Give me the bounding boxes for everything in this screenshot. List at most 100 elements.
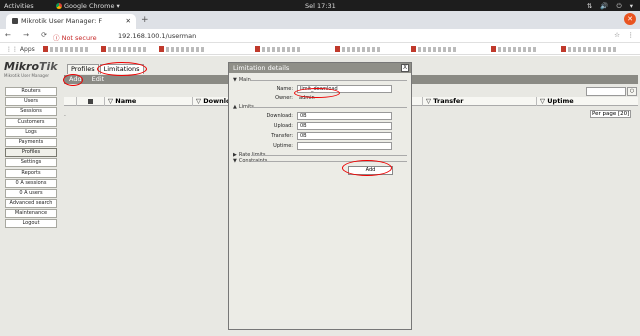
download-label: Download: [266, 113, 293, 119]
name-label: Name: [276, 86, 293, 92]
logo-text-bold: Tik [39, 60, 58, 73]
sidebar-item-sessions[interactable]: Sessions [5, 107, 57, 117]
sidebar-item-logout[interactable]: Logout [5, 219, 57, 229]
filter-button[interactable]: ○ [627, 87, 637, 96]
download-row: Download: 0B [229, 112, 413, 121]
transfer-input[interactable]: 0B [297, 132, 392, 140]
transfer-label: Transfer: [271, 133, 293, 139]
empty-row-marker: - [64, 113, 66, 119]
apps-shortcut[interactable]: ⋮⋮ Apps [6, 46, 35, 53]
bookmark-item[interactable] [561, 46, 616, 52]
section-main-label: Main [238, 77, 251, 83]
sidebar-item-maintenance[interactable]: Maintenance [5, 209, 57, 219]
expanded-triangle-icon: ▼ [233, 158, 237, 164]
window-close-icon[interactable]: ✕ [624, 13, 636, 25]
column-download-label: Download [203, 97, 230, 105]
sidebar-item-profiles[interactable]: Profiles [5, 148, 57, 158]
select-all-checkbox[interactable] [76, 97, 104, 106]
column-uptime-label: Uptime [547, 97, 574, 105]
activities-button[interactable]: Activities [4, 2, 34, 10]
sidebar-item-routers[interactable]: Routers [5, 87, 57, 96]
tab-title: Mikrotik User Manager: F [21, 17, 103, 25]
expanded-triangle-icon: ▲ [233, 104, 237, 110]
name-row: Name: limit_download [229, 85, 413, 94]
add-constraint-button[interactable]: Add [348, 166, 393, 175]
bookmark-item[interactable] [411, 46, 458, 52]
sidebar-item-payments[interactable]: Payments [5, 137, 57, 147]
clock[interactable]: Sel 17:31 [305, 2, 336, 10]
sidebar-item-active-sessions[interactable]: 0 A sessions [5, 178, 57, 188]
menu-icon[interactable]: ⋮ [628, 31, 635, 39]
column-name[interactable]: ▽ Name [104, 97, 192, 106]
bookmark-item[interactable] [159, 46, 206, 52]
dialog-title: Limitation details [229, 63, 411, 73]
os-top-bar: Activities Google Chrome ▾ Sel 17:31 ⇅ 🔊… [0, 0, 640, 11]
uptime-label: Uptime: [273, 143, 293, 149]
uptime-row: Uptime: [229, 142, 413, 151]
expanded-triangle-icon: ▼ [233, 77, 237, 83]
uptime-input[interactable] [297, 142, 392, 150]
column-download[interactable]: ▽ Download [192, 97, 230, 106]
sidebar-item-advanced-search[interactable]: Advanced search [5, 199, 57, 209]
sidebar-item-customers[interactable]: Customers [5, 117, 57, 127]
tab-profiles[interactable]: Profiles [67, 64, 99, 74]
column-uptime[interactable]: ▽ Uptime [536, 97, 638, 106]
section-limits-label: Limits [238, 104, 254, 110]
tab-limitations[interactable]: Limitations [99, 64, 144, 74]
sidebar-menu: Routers Users Sessions Customers Logs Pa… [5, 87, 57, 230]
app-name: Google Chrome [64, 2, 115, 10]
sidebar-item-active-users[interactable]: 0 A users [5, 188, 57, 198]
system-tray[interactable]: ⇅ 🔊 ⏻ ▾ [587, 2, 636, 11]
bookmark-item[interactable] [101, 46, 148, 52]
upload-input[interactable]: 0B [297, 122, 392, 130]
column-transfer-label: Transfer [433, 97, 464, 105]
per-page-select[interactable]: Per page [20] [590, 110, 632, 118]
upload-label: Upload: [273, 123, 293, 129]
download-input[interactable]: 0B [297, 112, 392, 120]
checkbox-col [64, 97, 76, 106]
bookmark-item[interactable] [335, 46, 382, 52]
userman-page: MikroTik Mikrotik User Manager Routers U… [0, 56, 640, 336]
column-name-label: Name [115, 97, 137, 105]
column-transfer[interactable]: ▽ Transfer [422, 97, 536, 106]
bookmark-item[interactable] [255, 46, 302, 52]
section-main[interactable]: ▼ Main [233, 77, 407, 83]
chrome-icon [56, 3, 62, 9]
owner-row: Owner: admin [229, 94, 413, 102]
owner-label: Owner: [275, 95, 293, 101]
close-tab-icon[interactable]: ✕ [126, 17, 131, 25]
filter-input[interactable] [586, 87, 626, 96]
sidebar-item-settings[interactable]: Settings [5, 158, 57, 168]
page-tabs: Profiles Limitations [67, 64, 145, 74]
browser-tab-strip: Mikrotik User Manager: F ✕ + ✕ [0, 11, 640, 29]
address-toolbar: ← → ⟳ ⓘ Not secure 192.168.100.1/userman… [0, 29, 640, 43]
edit-button[interactable]: Edit [92, 75, 105, 83]
favicon-icon [12, 18, 18, 24]
new-tab-button[interactable]: + [141, 15, 149, 25]
app-menu[interactable]: Google Chrome ▾ [56, 2, 120, 10]
name-input[interactable]: limit_download [297, 85, 392, 93]
checkbox-icon [88, 99, 93, 104]
sidebar-item-reports[interactable]: Reports [5, 168, 57, 178]
mikrotik-logo: MikroTik Mikrotik User Manager [4, 60, 58, 78]
url-field[interactable]: 192.168.100.1/userman [118, 32, 196, 40]
section-constraints[interactable]: ▼ Constraints [233, 158, 407, 164]
bookmarks-bar: ⋮⋮ Apps [0, 43, 640, 55]
nav-buttons[interactable]: ← → ⟳ [5, 31, 52, 39]
bookmark-item[interactable] [43, 46, 90, 52]
add-button[interactable]: Add [69, 75, 82, 83]
close-dialog-button[interactable]: X [401, 64, 409, 72]
section-limits[interactable]: ▲ Limits [233, 104, 407, 110]
sidebar-item-logs[interactable]: Logs [5, 127, 57, 137]
transfer-row: Transfer: 0B [229, 132, 413, 141]
bookmark-star-icon[interactable]: ☆ [614, 31, 620, 39]
limitation-details-dialog: Limitation details X ▼ Main Name: limit_d… [228, 62, 412, 330]
bookmark-item[interactable] [491, 46, 538, 52]
logo-text: Mikro [4, 60, 40, 73]
upload-row: Upload: 0B [229, 122, 413, 131]
browser-tab[interactable]: Mikrotik User Manager: F ✕ [6, 14, 136, 29]
sidebar-item-users[interactable]: Users [5, 97, 57, 107]
not-secure-indicator[interactable]: ⓘ Not secure [53, 32, 97, 42]
logo-subtitle: Mikrotik User Manager [4, 73, 50, 78]
owner-value: admin [299, 95, 315, 101]
